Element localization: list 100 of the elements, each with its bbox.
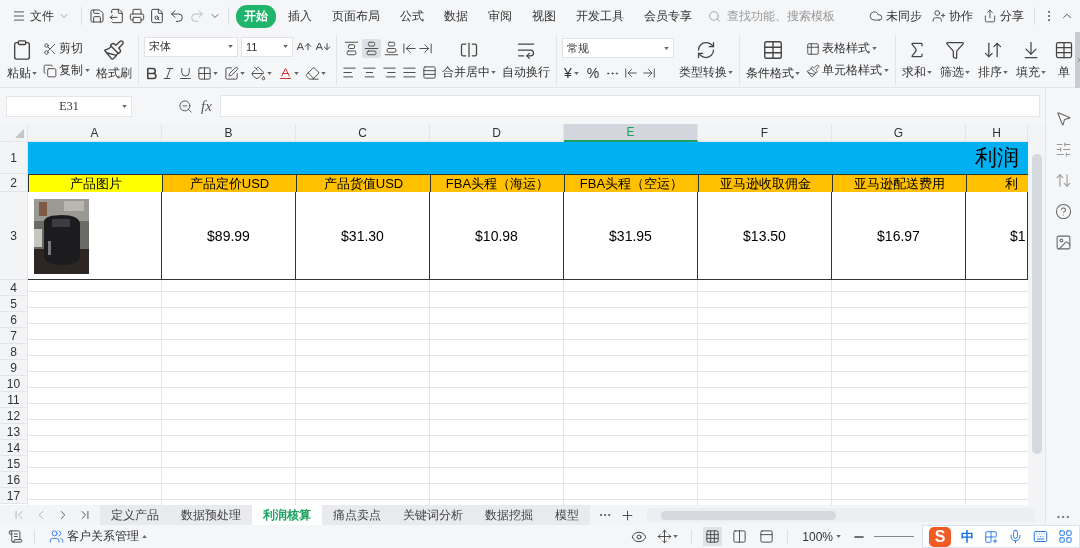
wrap-text-button[interactable]: 自动换行 xyxy=(501,39,551,80)
ribbon-tab[interactable]: 公式 xyxy=(392,4,432,28)
row-number[interactable]: 16 xyxy=(0,472,28,488)
underline-icon[interactable] xyxy=(178,65,193,81)
indent-increase-icon[interactable] xyxy=(418,41,433,56)
add-sheet-icon[interactable] xyxy=(620,507,635,523)
sum-button[interactable]: 求和 xyxy=(901,39,933,80)
scroll-icon[interactable] xyxy=(8,529,23,544)
currency-button[interactable]: ¥ xyxy=(562,65,581,81)
row-number[interactable]: 3 xyxy=(0,192,28,280)
italic-icon[interactable] xyxy=(161,65,176,81)
row-number[interactable]: 14 xyxy=(0,440,28,456)
print-icon[interactable] xyxy=(129,8,145,24)
zoom-select[interactable]: 100% xyxy=(799,529,844,544)
function-label[interactable]: fx xyxy=(201,97,212,115)
menu-icon[interactable] xyxy=(12,9,26,23)
align-center-icon[interactable] xyxy=(362,65,377,80)
input-mode[interactable]: 中 xyxy=(961,527,974,546)
merge-center-button[interactable]: 合并居中 xyxy=(441,39,497,80)
sliders-icon[interactable] xyxy=(1054,141,1072,158)
cell-edit-button[interactable] xyxy=(222,63,247,83)
column-header[interactable]: C xyxy=(296,124,430,142)
vertical-align-button[interactable] xyxy=(342,39,361,58)
share-button[interactable]: 分享 xyxy=(980,7,1027,25)
cell-button[interactable]: 单 xyxy=(1053,39,1075,80)
cell-style-button[interactable]: 单元格样式 xyxy=(805,63,890,78)
column-header[interactable]: F xyxy=(698,124,832,142)
distribute-icon[interactable] xyxy=(422,65,437,80)
column-header[interactable]: G xyxy=(832,124,966,142)
sheet-tab[interactable]: 数据挖掘 xyxy=(474,505,544,525)
row-number[interactable]: 15 xyxy=(0,456,28,472)
view-mode-button[interactable] xyxy=(703,527,723,546)
row-number[interactable]: 10 xyxy=(0,376,28,392)
type-convert-button[interactable]: 类型转换 xyxy=(678,39,734,80)
column-header[interactable]: B xyxy=(162,124,296,142)
font-name-select[interactable]: 宋体 xyxy=(144,36,238,57)
sort-button[interactable]: 排序 xyxy=(977,39,1009,80)
row-number[interactable]: 12 xyxy=(0,408,28,424)
ribbon-tab[interactable]: 视图 xyxy=(524,4,564,28)
cut-button[interactable]: 剪切 xyxy=(42,41,91,56)
ribbon-tab[interactable]: 审阅 xyxy=(480,4,520,28)
zoom-out-icon[interactable] xyxy=(178,98,193,114)
save-icon[interactable] xyxy=(89,8,105,24)
sheet-tab[interactable]: 定义产品 xyxy=(100,505,170,525)
keyboard-icon[interactable] xyxy=(1033,529,1048,544)
column-header[interactable]: A xyxy=(28,124,162,142)
row-number[interactable]: 2 xyxy=(0,174,28,192)
file-menu[interactable]: 文件 xyxy=(8,5,74,27)
ribbon-tab[interactable]: 数据 xyxy=(436,4,476,28)
row-number[interactable]: 7 xyxy=(0,328,28,344)
column-header[interactable]: H xyxy=(966,124,1028,142)
toolbox-icon[interactable] xyxy=(1058,529,1073,544)
row-number[interactable]: 13 xyxy=(0,424,28,440)
image-icon[interactable] xyxy=(1054,234,1072,251)
align-right-icon[interactable] xyxy=(382,65,397,80)
align-left-icon[interactable] xyxy=(342,65,357,80)
name-box[interactable]: E31 xyxy=(6,95,132,117)
formula-input[interactable] xyxy=(219,95,1040,117)
number-format-select[interactable]: 常规 xyxy=(562,38,674,58)
row-number[interactable]: 11 xyxy=(0,392,28,408)
collaborate-button[interactable]: 协作 xyxy=(929,7,976,25)
horizontal-scrollbar[interactable] xyxy=(647,508,1035,522)
help-icon[interactable] xyxy=(1054,203,1072,220)
crm-button[interactable]: 客户关系管理 xyxy=(46,528,150,545)
fill-button[interactable]: 填充 xyxy=(1015,39,1047,80)
paste-button[interactable]: 粘贴 xyxy=(6,38,38,81)
pointer-icon[interactable] xyxy=(1054,110,1072,127)
copy-button[interactable]: 复制 xyxy=(42,63,91,78)
print-preview-icon[interactable] xyxy=(149,8,165,24)
font-size-select[interactable]: 11 xyxy=(241,36,293,57)
sheet-tab[interactable]: 模型 xyxy=(544,505,590,525)
indent-decrease-icon[interactable] xyxy=(402,41,417,56)
row-number[interactable]: 6 xyxy=(0,312,28,328)
sheet-tab[interactable]: 痛点卖点 xyxy=(322,505,392,525)
bold-icon[interactable] xyxy=(144,65,159,81)
justify-icon[interactable] xyxy=(402,65,417,80)
sync-button[interactable]: 未同步 xyxy=(866,7,925,25)
percent-button[interactable]: % xyxy=(584,65,602,81)
column-header[interactable]: D xyxy=(430,124,564,142)
sheet-tab[interactable]: 数据预处理 xyxy=(170,505,252,525)
vertical-align-button[interactable] xyxy=(362,39,381,58)
vertical-align-button[interactable] xyxy=(382,39,401,58)
ribbon-tab[interactable]: 页面布局 xyxy=(324,4,388,28)
conditional-format-button[interactable]: 条件格式 xyxy=(745,38,801,81)
row-number[interactable]: 5 xyxy=(0,296,28,312)
last-sheet-icon[interactable] xyxy=(78,508,92,522)
export-icon[interactable] xyxy=(109,8,125,24)
microphone-icon[interactable] xyxy=(1008,529,1023,544)
filter-button[interactable]: 筛选 xyxy=(939,39,971,80)
row-number[interactable]: 1 xyxy=(0,142,28,174)
sheet-tab[interactable]: 关键词分析 xyxy=(392,505,474,525)
ribbon-tab[interactable]: 插入 xyxy=(280,4,320,28)
ribbon-tab[interactable]: 会员专享 xyxy=(636,4,700,28)
row-number[interactable]: 4 xyxy=(0,280,28,296)
table-style-button[interactable]: 表格样式 xyxy=(805,41,890,56)
row-number[interactable]: 9 xyxy=(0,360,28,376)
format-painter-button[interactable]: 格式刷 xyxy=(95,38,133,81)
undo-icon[interactable] xyxy=(169,8,185,24)
search-field[interactable]: 查找功能、搜索模板 xyxy=(708,8,854,24)
ribbon-tab[interactable]: 开发工具 xyxy=(568,4,632,28)
